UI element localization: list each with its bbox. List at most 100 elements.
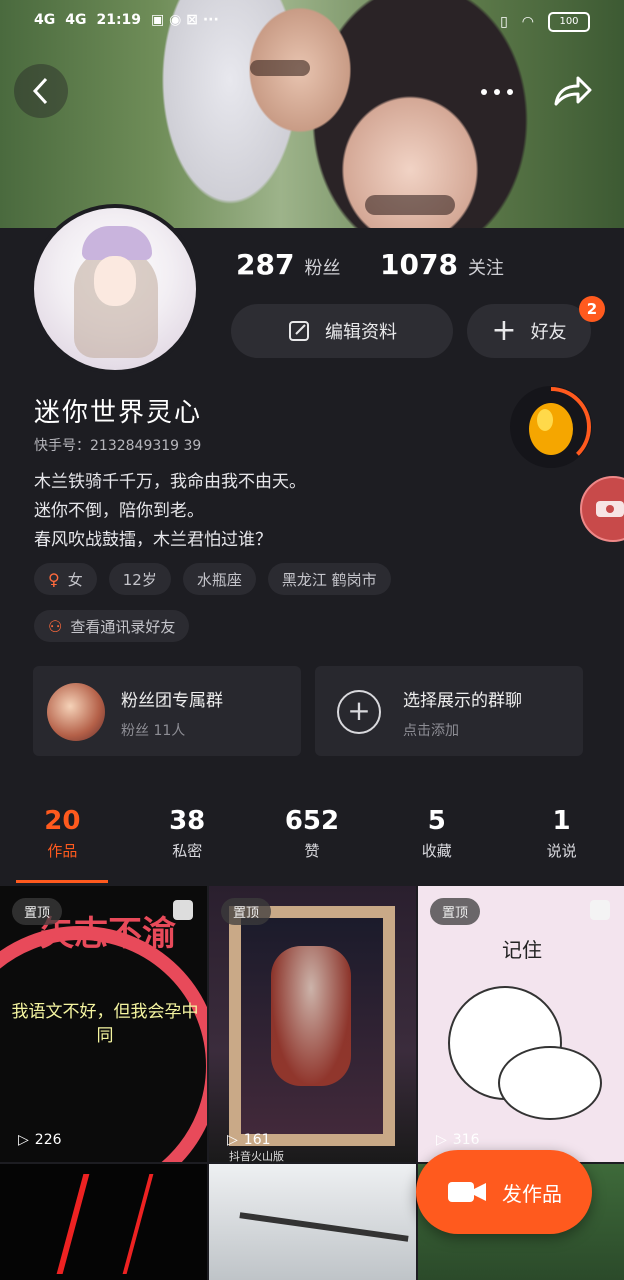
tab-count: 1 [552, 806, 571, 836]
age-label: 12岁 [122, 570, 157, 589]
tab-count: 38 [169, 806, 206, 836]
egg-icon [511, 387, 591, 467]
play-count: ▷ 161 [227, 1132, 271, 1148]
active-tab-indicator [16, 880, 108, 883]
tab-private[interactable]: 38 私密 [125, 806, 250, 861]
play-count-value: 226 [34, 1132, 62, 1148]
kuaishou-id[interactable]: 快手号：2132849319 39 [34, 435, 201, 455]
more-button[interactable] [478, 78, 518, 106]
video-thumbnail[interactable]: 矢志不渝 我语文不好，但我会孕中同 置顶 ▷ 226 [0, 886, 207, 1162]
edit-profile-button[interactable]: 编辑资料 [231, 304, 453, 358]
tab-moments[interactable]: 1 说说 [499, 806, 624, 861]
egg-task-widget[interactable] [510, 386, 592, 468]
plus-icon: + [491, 313, 517, 348]
fans-label: 粉丝 [304, 258, 341, 279]
location-label: 黑龙江 鹤岗市 [281, 570, 377, 589]
chevron-left-icon [32, 77, 48, 105]
following-stat[interactable]: 1078 关注 [380, 248, 504, 281]
overlay-text: 我语文不好，但我会孕中同 [11, 1002, 199, 1046]
video-thumbnail[interactable] [0, 1164, 207, 1280]
publish-button[interactable]: 发作品 [416, 1150, 592, 1234]
tab-label: 说说 [546, 842, 577, 860]
video-thumbnail[interactable]: 抖音火山版 置顶 ▷ 161 [209, 886, 416, 1162]
location-tag: 黑龙江 鹤岗市 [267, 563, 391, 595]
watermark: 抖音火山版 [229, 1150, 284, 1162]
camera-icon [596, 501, 624, 517]
signal-icon: 4G [34, 12, 56, 28]
age-tag: 12岁 [108, 563, 171, 595]
fans-stat[interactable]: 287 粉丝 [236, 248, 340, 281]
video-thumbnail[interactable]: 记住 置顶 ▷ 316 [418, 886, 624, 1162]
choose-group-title: 选择展示的群聊 [403, 691, 522, 711]
gender-tag: ♀ 女 [34, 563, 97, 595]
add-friend-label: 好友 [530, 322, 567, 343]
gender-label: 女 [67, 570, 83, 589]
back-button[interactable] [14, 64, 68, 118]
contacts-icon: ⚇ [48, 616, 63, 636]
vibrate-icon: ▯ [500, 14, 508, 30]
edit-icon [289, 321, 309, 341]
pinned-badge: 置顶 [221, 898, 272, 925]
share-icon [554, 76, 592, 106]
tab-favorites[interactable]: 5 收藏 [374, 806, 499, 861]
following-count: 1078 [380, 248, 458, 281]
fans-count: 287 [236, 248, 295, 281]
wifi-icon: ◠ [521, 14, 534, 30]
bio: 木兰铁骑千千万，我命由我不由天。 迷你不倒，陪你到老。 春风吹战鼓擂，木兰君怕过… [34, 468, 306, 555]
add-friend-button[interactable]: + 好友 [467, 304, 591, 358]
play-count-value: 161 [243, 1132, 271, 1148]
user-name: 迷你世界灵心 [34, 398, 203, 428]
contacts-label: 查看通讯录好友 [70, 617, 176, 636]
more-dots-icon [481, 89, 513, 95]
pinned-badge: 置顶 [12, 898, 63, 925]
fan-group-subtitle: 粉丝 11人 [121, 723, 186, 739]
live-float-button[interactable] [580, 476, 624, 542]
fan-group-card[interactable]: 粉丝团专属群 粉丝 11人 [33, 666, 301, 756]
video-camera-icon [448, 1182, 486, 1202]
tab-likes[interactable]: 652 赞 [250, 806, 375, 861]
bio-line: 木兰铁骑千千万，我命由我不由天。 [34, 472, 306, 492]
bio-line: 迷你不倒，陪你到老。 [34, 501, 204, 521]
bio-line: 春风吹战鼓擂，木兰君怕过谁？ [34, 530, 272, 550]
add-circle-icon: + [337, 690, 381, 734]
battery-icon: 100 [548, 12, 590, 32]
tab-label: 作品 [47, 842, 78, 860]
play-count: ▷ 316 [436, 1132, 480, 1148]
status-bar: 4G 4G 21:19 ▣ ◉ ⊠ ··· ▯ ◠ 100 [0, 0, 624, 46]
select-checkbox[interactable] [590, 900, 610, 920]
contacts-friends-button[interactable]: ⚇ 查看通讯录好友 [34, 610, 190, 642]
notification-icons: ▣ ◉ ⊠ ··· [151, 12, 219, 28]
clock: 21:19 [96, 12, 142, 28]
tab-works[interactable]: 20 作品 [0, 806, 125, 861]
edit-profile-label: 编辑资料 [325, 322, 397, 343]
group-avatar [47, 683, 105, 741]
video-thumbnail[interactable] [209, 1164, 416, 1280]
female-icon: ♀ [48, 569, 60, 589]
tags-row: ♀ 女 12岁 水瓶座 黑龙江 鹤岗市 [34, 563, 391, 595]
tab-count: 20 [44, 806, 81, 836]
following-label: 关注 [467, 258, 504, 279]
fan-group-title: 粉丝团专属群 [121, 691, 223, 711]
signal-icon: 4G [65, 12, 87, 28]
play-icon: ▷ [227, 1132, 238, 1148]
zodiac-label: 水瓶座 [196, 570, 242, 589]
play-count: ▷ 226 [18, 1132, 62, 1148]
zodiac-tag: 水瓶座 [182, 563, 256, 595]
play-icon: ▷ [18, 1132, 29, 1148]
tab-count: 652 [284, 806, 340, 836]
share-button[interactable] [550, 72, 594, 112]
play-icon: ▷ [436, 1132, 447, 1148]
overlay-text: 记住 [502, 938, 542, 962]
avatar[interactable] [30, 204, 200, 374]
content-tabs: 20 作品 38 私密 652 赞 5 收藏 1 说说 [0, 806, 624, 861]
play-count-value: 316 [452, 1132, 480, 1148]
tab-label: 私密 [172, 842, 203, 860]
tab-label: 收藏 [421, 842, 452, 860]
publish-label: 发作品 [502, 1181, 562, 1206]
choose-group-subtitle: 点击添加 [403, 723, 459, 739]
choose-group-card[interactable]: + 选择展示的群聊 点击添加 [315, 666, 583, 756]
pinned-badge: 置顶 [430, 898, 481, 925]
select-checkbox[interactable] [173, 900, 193, 920]
tab-count: 5 [427, 806, 446, 836]
friend-request-badge: 2 [579, 296, 605, 322]
